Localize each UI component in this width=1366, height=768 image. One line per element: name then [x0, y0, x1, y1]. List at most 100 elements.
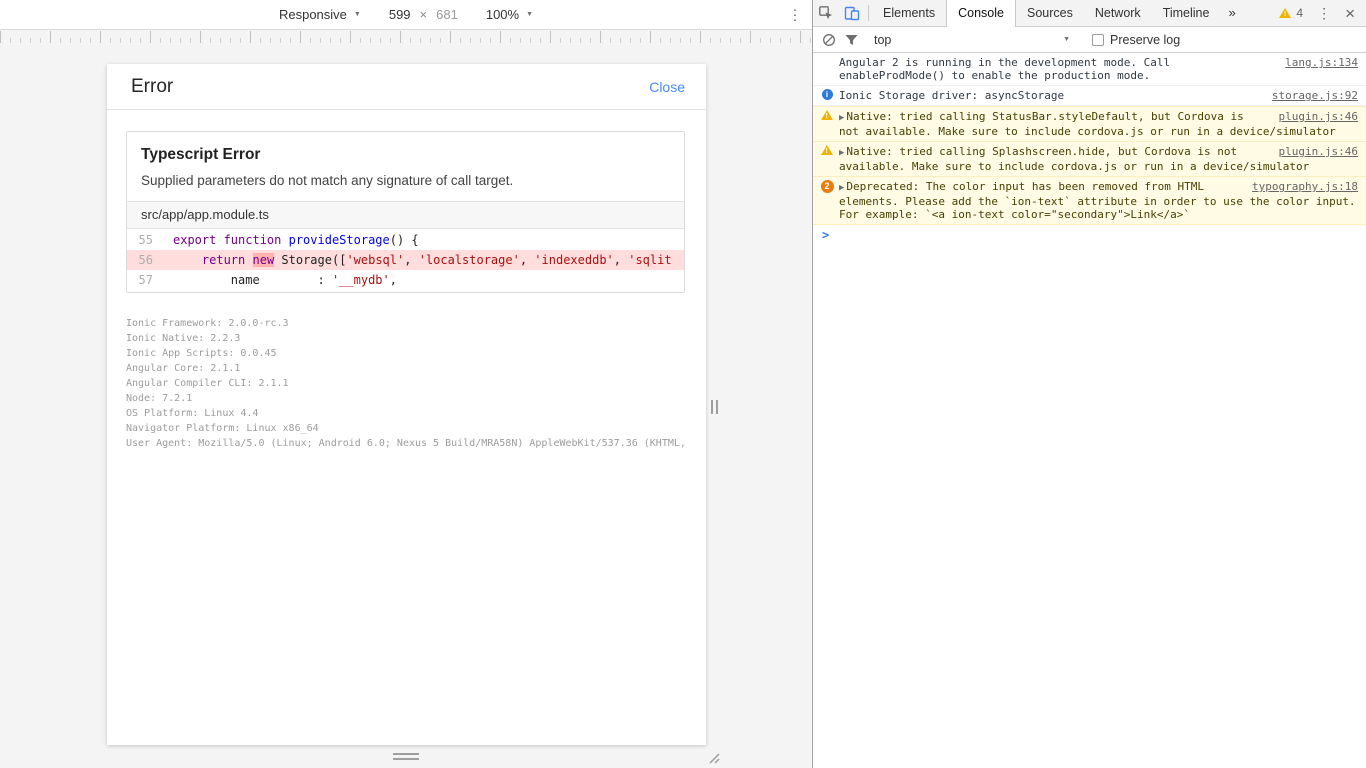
zoom-label: 100%	[485, 7, 520, 22]
environment-info-line: OS Platform: Linux 4.4	[126, 408, 259, 419]
error-heading: Typescript Error	[141, 146, 261, 163]
error-close-button[interactable]: Close	[649, 79, 685, 95]
error-card-head: Typescript Error Supplied parameters do …	[127, 132, 684, 201]
preserve-log-checkbox[interactable]	[1092, 33, 1104, 46]
tab-timeline[interactable]: Timeline	[1152, 0, 1221, 27]
environment-info-line: Ionic App Scripts: 0.0.45	[126, 348, 277, 359]
devtools-panel: Elements Console Sources Network Timeline » …	[812, 0, 1366, 768]
environment-info-line: User Agent: Mozilla/5.0 (Linux; Android …	[126, 438, 686, 449]
console-message: lang.js:134 Angular 2 is running in the d…	[813, 53, 1366, 86]
viewport-height-input[interactable]: 681	[436, 7, 458, 22]
info-icon: i	[821, 89, 833, 100]
tab-network[interactable]: Network	[1084, 0, 1152, 27]
error-file-path: src/app/app.module.ts	[127, 201, 684, 229]
chevron-down-icon: ▼	[353, 11, 361, 18]
message-text: plugin.js:46 ▶ Native: tried calling Statu…	[839, 110, 1358, 138]
line-number: 57	[138, 273, 153, 287]
source-link[interactable]: plugin.js:46	[1279, 145, 1358, 158]
inspect-element-icon[interactable]	[813, 0, 839, 26]
console-message: plugin.js:46▶Native: tried calling Splas…	[813, 141, 1366, 177]
device-mode-pane: Responsive ▼ 599 × 681 100% ▼ ⋮ Error Cl…	[0, 0, 812, 768]
tabbar-right-controls: 4 ⋮ ×	[1279, 5, 1366, 22]
chevron-down-icon: ▼	[526, 11, 534, 18]
device-toolbar-controls: Responsive ▼ 599 × 681 100% ▼	[279, 7, 533, 22]
viewport-resize-handle-bottom[interactable]	[393, 753, 419, 760]
device-toolbar-toggle-icon[interactable]	[839, 0, 865, 26]
warning-count-label: 4	[1296, 6, 1304, 20]
devtools-tabs: Elements Console Sources Network Timeline	[872, 0, 1220, 27]
console-message: plugin.js:46▶Native: tried calling Statu…	[813, 106, 1366, 142]
environment-info-line: Angular Compiler CLI: 2.1.1	[126, 378, 289, 389]
console-warning-count[interactable]: 4	[1279, 6, 1303, 20]
source-link[interactable]: plugin.js:46	[1279, 110, 1358, 123]
screen: Responsive ▼ 599 × 681 100% ▼ ⋮ Error Cl…	[0, 0, 1366, 768]
message-icon-slot	[819, 145, 835, 156]
code-text: export function provideStorage() {	[173, 233, 419, 247]
environment-info: Ionic Framework: 2.0.0-rc.3 Ionic Native:…	[126, 316, 686, 451]
zoom-dropdown[interactable]: 100% ▼	[486, 7, 533, 22]
repeat-count-badge: 2	[820, 180, 834, 193]
expand-triangle-icon[interactable]: ▶	[839, 183, 844, 193]
device-type-dropdown[interactable]: Responsive ▼	[279, 7, 361, 22]
message-text: typography.js:18 ▶ Deprecated: The color i…	[839, 180, 1358, 221]
error-modal-header: Error Close	[107, 64, 706, 110]
console-message: 2 typography.js:18 ▶ Deprecated: The color …	[813, 176, 1366, 225]
error-modal-title: Error	[131, 75, 174, 97]
source-link[interactable]: lang.js:134	[1285, 56, 1358, 69]
console-message: i storage.js:92 Ionic Storage driver: asyn…	[813, 86, 1366, 106]
viewport-dimensions: 599 × 681	[389, 7, 458, 22]
clear-console-icon[interactable]	[818, 33, 840, 47]
devtools-menu-icon[interactable]: ⋮	[1317, 5, 1331, 22]
error-card: Typescript Error Supplied parameters do …	[126, 131, 685, 293]
device-type-label: Responsive	[278, 7, 347, 22]
source-link[interactable]: typography.js:18	[1252, 180, 1358, 193]
viewport-width-input[interactable]: 599	[389, 7, 411, 22]
environment-info-line: Ionic Framework: 2.0.0-rc.3	[126, 318, 289, 329]
warning-icon	[821, 110, 833, 121]
environment-info-line: Navigator Platform: Linux x86_64	[126, 423, 319, 434]
device-toolbar-menu-icon[interactable]: ⋮	[788, 6, 802, 23]
toolbar-divider	[868, 5, 869, 21]
console-prompt-chevron: >	[822, 228, 830, 242]
filter-icon[interactable]	[840, 34, 862, 46]
tab-sources[interactable]: Sources	[1016, 0, 1084, 27]
code-block: 55 export function provideStorage() { 56 r…	[127, 229, 684, 292]
more-tabs-button[interactable]: »	[1220, 0, 1243, 26]
viewport-resize-handle-right[interactable]	[711, 400, 718, 414]
expand-triangle-icon[interactable]: ▶	[839, 148, 844, 158]
source-link[interactable]: storage.js:92	[1272, 89, 1358, 102]
console-toolbar: top ▼ Preserve log	[813, 27, 1366, 53]
environment-info-line: Angular Core: 2.1.1	[126, 363, 241, 374]
code-text: return new Storage(['websql', 'localstor…	[201, 253, 672, 267]
message-icon-slot: 2	[819, 180, 835, 193]
tab-elements[interactable]: Elements	[872, 0, 946, 27]
message-text: plugin.js:46 ▶ Native: tried calling Splas…	[839, 145, 1358, 173]
console-message-list: lang.js:134 Angular 2 is running in the d…	[813, 53, 1366, 225]
code-line: 55 export function provideStorage() {	[127, 230, 684, 250]
dimension-separator: ×	[419, 7, 428, 22]
preserve-log-control: Preserve log	[1092, 33, 1180, 47]
execution-context-label: top	[874, 32, 892, 47]
console-prompt[interactable]: >	[813, 225, 1366, 243]
code-line: 56 return new Storage(['websql', 'locals…	[127, 250, 684, 270]
line-number: 55	[138, 233, 153, 247]
device-toolbar: Responsive ▼ 599 × 681 100% ▼ ⋮	[0, 0, 812, 30]
execution-context-dropdown[interactable]: top ▼	[874, 33, 1070, 47]
message-text: storage.js:92 Ionic Storage driver: async…	[839, 89, 1358, 102]
console-output: lang.js:134 Angular 2 is running in the d…	[813, 53, 1366, 768]
message-text: lang.js:134 Angular 2 is running in the d…	[839, 56, 1358, 82]
tab-console[interactable]: Console	[946, 0, 1016, 27]
viewport-resize-handle-corner[interactable]	[707, 751, 721, 765]
line-number: 56	[138, 253, 153, 267]
error-message: Supplied parameters do not match any sig…	[141, 173, 514, 188]
devtools-tabbar: Elements Console Sources Network Timeline » …	[813, 0, 1366, 27]
close-devtools-icon[interactable]: ×	[1345, 5, 1355, 22]
preserve-log-label[interactable]: Preserve log	[1110, 33, 1180, 47]
chevron-down-icon: ▼	[1063, 36, 1070, 43]
message-icon-slot	[819, 110, 835, 121]
code-text: name : '__mydb',	[173, 273, 397, 287]
environment-info-line: Node: 7.2.1	[126, 393, 193, 404]
ruler	[0, 31, 812, 43]
warning-icon	[1279, 8, 1292, 19]
expand-triangle-icon[interactable]: ▶	[839, 113, 844, 123]
